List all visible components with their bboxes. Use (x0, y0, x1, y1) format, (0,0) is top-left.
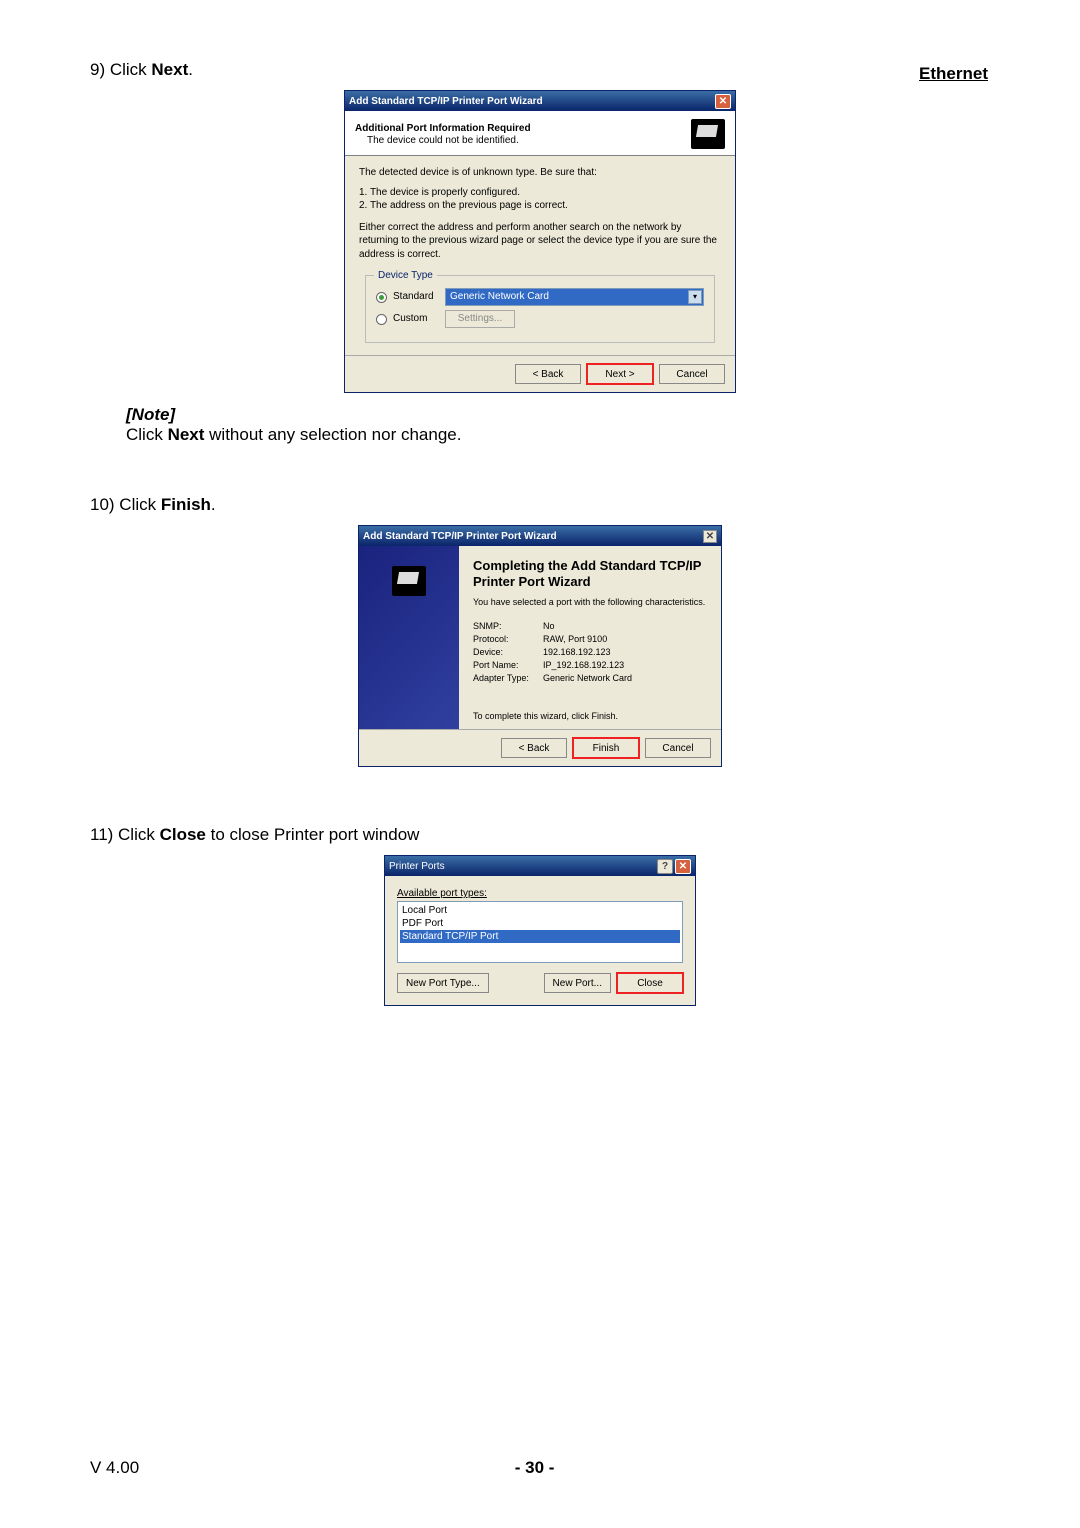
kv-protocol-k: Protocol: (473, 634, 543, 644)
kv-portname-v: IP_192.168.192.123 (543, 660, 624, 670)
dialog-footer: < Back Finish Cancel (359, 729, 721, 766)
close-icon[interactable]: ✕ (715, 94, 731, 109)
radio-standard-label: Standard (393, 290, 439, 304)
completing-wizard-dialog: Add Standard TCP/IP Printer Port Wizard … (358, 525, 722, 767)
note-bold: Next (168, 425, 205, 444)
note-suffix: without any selection nor change. (204, 425, 461, 444)
step-9-text: 9) Click Next. (90, 60, 990, 80)
back-button[interactable]: < Back (515, 364, 581, 384)
completing-title: Completing the Add Standard TCP/IP Print… (473, 558, 709, 589)
note-text: Click Next without any selection nor cha… (126, 425, 990, 445)
side-graphic (359, 546, 459, 729)
settings-button: Settings... (445, 310, 515, 328)
complete-text: To complete this wizard, click Finish. (473, 711, 709, 721)
device-type-fieldset: Device Type Standard Generic Network Car… (365, 275, 715, 343)
version-text: V 4.00 (90, 1458, 139, 1478)
next-button[interactable]: Next > (587, 364, 653, 384)
step10-prefix: 10) Click (90, 495, 161, 514)
help-icon[interactable]: ? (657, 859, 673, 874)
titlebar: Add Standard TCP/IP Printer Port Wizard … (359, 526, 721, 546)
dialog-title: Printer Ports (389, 861, 445, 872)
list-item[interactable]: Standard TCP/IP Port (400, 930, 680, 943)
radio-custom-label: Custom (393, 312, 439, 326)
kv-device-k: Device: (473, 647, 543, 657)
step11-prefix: 11) Click (90, 825, 160, 844)
kv-snmp-v: No (543, 621, 555, 631)
add-port-wizard-dialog: Add Standard TCP/IP Printer Port Wizard … (344, 90, 736, 393)
dialog-header: Additional Port Information Required The… (345, 111, 735, 156)
step11-suffix: to close Printer port window (206, 825, 420, 844)
kv-adapter-k: Adapter Type: (473, 673, 543, 683)
back-button[interactable]: < Back (501, 738, 567, 758)
page-footer: V 4.00 - 30 - (90, 1458, 990, 1478)
body-p2: 1. The device is properly configured. (359, 186, 721, 200)
new-port-type-button[interactable]: New Port Type... (397, 973, 489, 993)
printer-ports-dialog: Printer Ports ? ✕ Available port types: … (384, 855, 696, 1006)
kv-adapter-v: Generic Network Card (543, 673, 632, 683)
dropdown-value: Generic Network Card (450, 290, 549, 304)
device-type-dropdown[interactable]: Generic Network Card ▾ (445, 288, 704, 306)
kv-protocol-v: RAW, Port 9100 (543, 634, 607, 644)
step9-prefix: 9) Click (90, 60, 151, 79)
port-types-listbox[interactable]: Local Port PDF Port Standard TCP/IP Port (397, 901, 683, 963)
step-11-text: 11) Click Close to close Printer port wi… (90, 825, 990, 845)
body-p4: Either correct the address and perform a… (359, 221, 721, 262)
list-item[interactable]: PDF Port (400, 917, 680, 930)
dialog-title: Add Standard TCP/IP Printer Port Wizard (363, 531, 557, 542)
body-p3: 2. The address on the previous page is c… (359, 199, 721, 213)
cancel-button[interactable]: Cancel (659, 364, 725, 384)
close-button[interactable]: Close (617, 973, 683, 993)
page-number: - 30 - (515, 1458, 555, 1478)
close-icon[interactable]: ✕ (675, 859, 691, 874)
completing-intro: You have selected a port with the follow… (473, 597, 709, 607)
radio-standard[interactable] (376, 292, 387, 303)
printer-icon (392, 566, 426, 596)
finish-button[interactable]: Finish (573, 738, 639, 758)
step-10-text: 10) Click Finish. (90, 495, 990, 515)
ethernet-link[interactable]: Ethernet (919, 64, 988, 84)
step11-bold: Close (160, 825, 206, 844)
cancel-button[interactable]: Cancel (645, 738, 711, 758)
printer-icon (691, 119, 725, 149)
dialog-title: Add Standard TCP/IP Printer Port Wizard (349, 96, 543, 107)
note-prefix: Click (126, 425, 168, 444)
available-port-types-label: Available port types: (397, 888, 487, 899)
header-subtitle: The device could not be identified. (367, 135, 531, 146)
radio-custom[interactable] (376, 314, 387, 325)
step9-bold: Next (151, 60, 188, 79)
kv-portname-k: Port Name: (473, 660, 543, 670)
dialog-footer: New Port Type... New Port... Close (385, 973, 695, 1005)
header-title: Additional Port Information Required (355, 123, 531, 134)
new-port-button[interactable]: New Port... (544, 973, 611, 993)
body-p1: The detected device is of unknown type. … (359, 166, 721, 180)
step10-suffix: . (211, 495, 216, 514)
kv-snmp-k: SNMP: (473, 621, 543, 631)
fieldset-legend: Device Type (374, 269, 437, 283)
titlebar: Printer Ports ? ✕ (385, 856, 695, 876)
close-icon[interactable]: ✕ (703, 530, 717, 543)
titlebar: Add Standard TCP/IP Printer Port Wizard … (345, 91, 735, 111)
kv-device-v: 192.168.192.123 (543, 647, 611, 657)
list-item[interactable]: Local Port (400, 904, 680, 917)
dialog-footer: < Back Next > Cancel (345, 355, 735, 392)
chevron-down-icon[interactable]: ▾ (688, 290, 702, 304)
step9-suffix: . (188, 60, 193, 79)
step10-bold: Finish (161, 495, 211, 514)
note-label: [Note] (126, 405, 990, 425)
